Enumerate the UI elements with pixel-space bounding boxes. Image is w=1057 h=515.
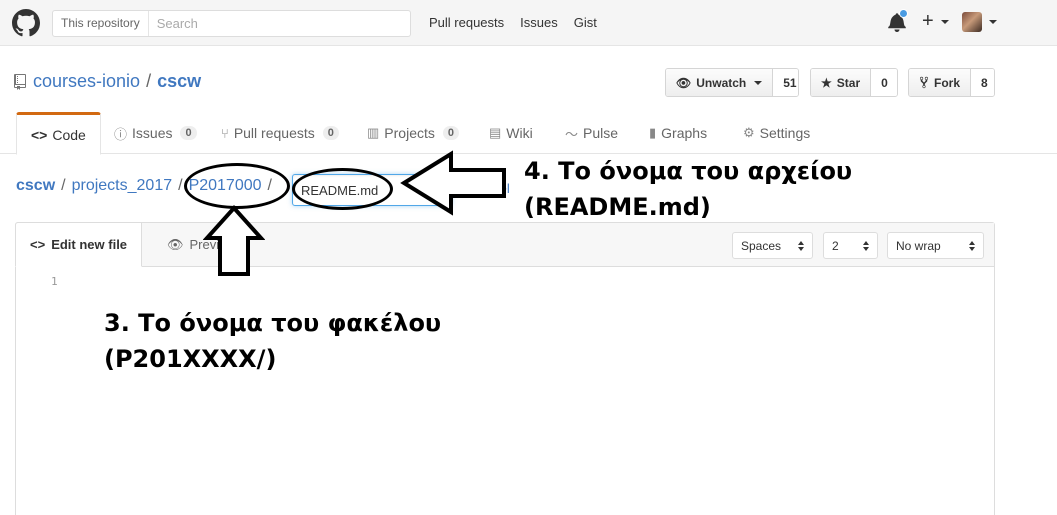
plus-icon[interactable]: + — [922, 9, 934, 33]
tab-projects[interactable]: ▥ Projects 0 — [353, 112, 473, 154]
avatar[interactable] — [962, 12, 982, 32]
tab-count: 0 — [180, 126, 197, 140]
tab-label: Issues — [132, 125, 173, 141]
tab-settings[interactable]: ⚙ Settings — [729, 112, 824, 154]
select-value: 2 — [832, 238, 839, 253]
repo-title: courses-ionio / cscw — [33, 71, 201, 92]
editor-toolbar: <> Edit new file 👁 Preview Spaces 2 No w… — [15, 222, 994, 267]
breadcrumb-folder-projects[interactable]: projects_2017 — [72, 177, 173, 195]
tab-label: Projects — [384, 125, 435, 141]
star-label: Star — [836, 75, 861, 90]
breadcrumb-separator: / — [178, 177, 183, 194]
eye-icon: 👁 — [167, 236, 184, 252]
tab-count: 0 — [322, 126, 339, 140]
repo-nav-tabs: <> Code ⓘ Issues 0 ⑂ Pull requests 0 ▥ P… — [0, 112, 1057, 155]
repo-name-link[interactable]: cscw — [157, 71, 201, 91]
star-button-group: ★ Star 0 — [810, 68, 898, 97]
unwatch-label: Unwatch — [696, 75, 747, 90]
annotation-folder: 3. Το όνομα του φακέλου (P201XXXX/) — [104, 305, 441, 377]
tab-code[interactable]: <> Code — [16, 112, 101, 155]
breadcrumb-root[interactable]: cscw — [16, 177, 55, 195]
annotation-filename: 4. Το όνομα του αρχείου (README.md) — [524, 153, 852, 225]
tab-label: Wiki — [506, 125, 533, 141]
site-header: This repository Pull requests Issues Gis… — [0, 0, 1057, 46]
pulse-icon: 〜 — [565, 126, 579, 142]
left-arrow-icon — [400, 150, 506, 216]
fork-label: Fork — [934, 75, 961, 90]
tab-issues[interactable]: ⓘ Issues 0 — [100, 112, 211, 154]
github-logo-icon[interactable] — [12, 9, 40, 37]
up-arrow-icon — [203, 205, 265, 276]
star-button[interactable]: ★ Star — [811, 69, 871, 96]
gear-icon: ⚙ — [743, 125, 755, 140]
tab-label: Edit new file — [51, 237, 128, 252]
indent-mode-select[interactable]: Spaces — [732, 232, 813, 259]
repo-separator: / — [146, 71, 152, 91]
search-box: This repository — [52, 10, 411, 37]
nav-gist[interactable]: Gist — [574, 15, 597, 30]
star-icon: ★ — [821, 75, 832, 90]
annotation-line: 3. Το όνομα του φακέλου — [104, 309, 442, 337]
pull-request-icon: ⑂ — [221, 125, 229, 141]
tab-edit-new-file[interactable]: <> Edit new file — [15, 222, 143, 267]
tab-label: Settings — [759, 125, 811, 141]
fork-count[interactable]: 8 — [970, 69, 994, 96]
tab-pull-requests[interactable]: ⑂ Pull requests 0 — [207, 112, 353, 154]
watch-count[interactable]: 51 — [772, 69, 798, 96]
nav-issues[interactable]: Issues — [520, 15, 558, 30]
select-value: Spaces — [741, 238, 782, 253]
chevron-down-icon — [754, 80, 763, 85]
tab-label: Graphs — [661, 125, 708, 141]
graph-icon: ▮ — [649, 125, 657, 140]
nav-pull-requests[interactable]: Pull requests — [429, 15, 504, 30]
book-icon: ▤ — [489, 125, 502, 140]
updown-icon — [969, 240, 975, 251]
tab-wiki[interactable]: ▤ Wiki — [475, 112, 547, 154]
folder-highlight-ellipse — [184, 163, 290, 209]
select-value: No wrap — [896, 238, 941, 253]
notification-dot — [899, 9, 908, 18]
repo-owner-link[interactable]: courses-ionio — [33, 71, 140, 91]
updown-icon — [863, 240, 869, 251]
wrap-mode-select[interactable]: No wrap — [887, 232, 984, 259]
chevron-down-icon[interactable] — [941, 20, 949, 24]
tab-label: Pulse — [583, 125, 619, 141]
updown-icon — [798, 240, 804, 251]
breadcrumb-separator: / — [61, 177, 66, 194]
tab-count: 0 — [442, 126, 459, 140]
search-input[interactable] — [148, 11, 410, 36]
tab-label: Code — [52, 126, 86, 143]
tab-graphs[interactable]: ▮ Graphs — [635, 112, 721, 154]
annotation-line: 4. Το όνομα του αρχείου — [524, 157, 853, 185]
repo-icon — [14, 74, 26, 90]
search-scope-label[interactable]: This repository — [53, 11, 149, 36]
issue-icon: ⓘ — [114, 126, 128, 142]
project-icon: ▥ — [367, 125, 380, 140]
indent-size-select[interactable]: 2 — [823, 232, 878, 259]
top-nav: Pull requests Issues Gist — [429, 15, 613, 30]
tab-label: Pull requests — [233, 125, 315, 141]
filename-highlight-ellipse — [292, 168, 393, 210]
fork-icon — [919, 76, 929, 89]
annotation-line: (P201XXXX/) — [104, 345, 277, 373]
code-icon: <> — [31, 126, 48, 143]
line-number: 1 — [51, 275, 58, 288]
fork-button[interactable]: Fork — [909, 69, 971, 96]
tab-pulse[interactable]: 〜 Pulse — [551, 112, 632, 154]
code-icon: <> — [30, 237, 46, 252]
star-count[interactable]: 0 — [870, 69, 897, 96]
chevron-down-icon[interactable] — [989, 20, 997, 24]
annotation-line: (README.md) — [524, 193, 711, 221]
fork-button-group: Fork 8 — [908, 68, 995, 97]
watch-button-group: 👁 Unwatch 51 — [665, 68, 799, 97]
eye-icon: 👁 — [676, 75, 692, 90]
unwatch-button[interactable]: 👁 Unwatch — [666, 69, 773, 96]
